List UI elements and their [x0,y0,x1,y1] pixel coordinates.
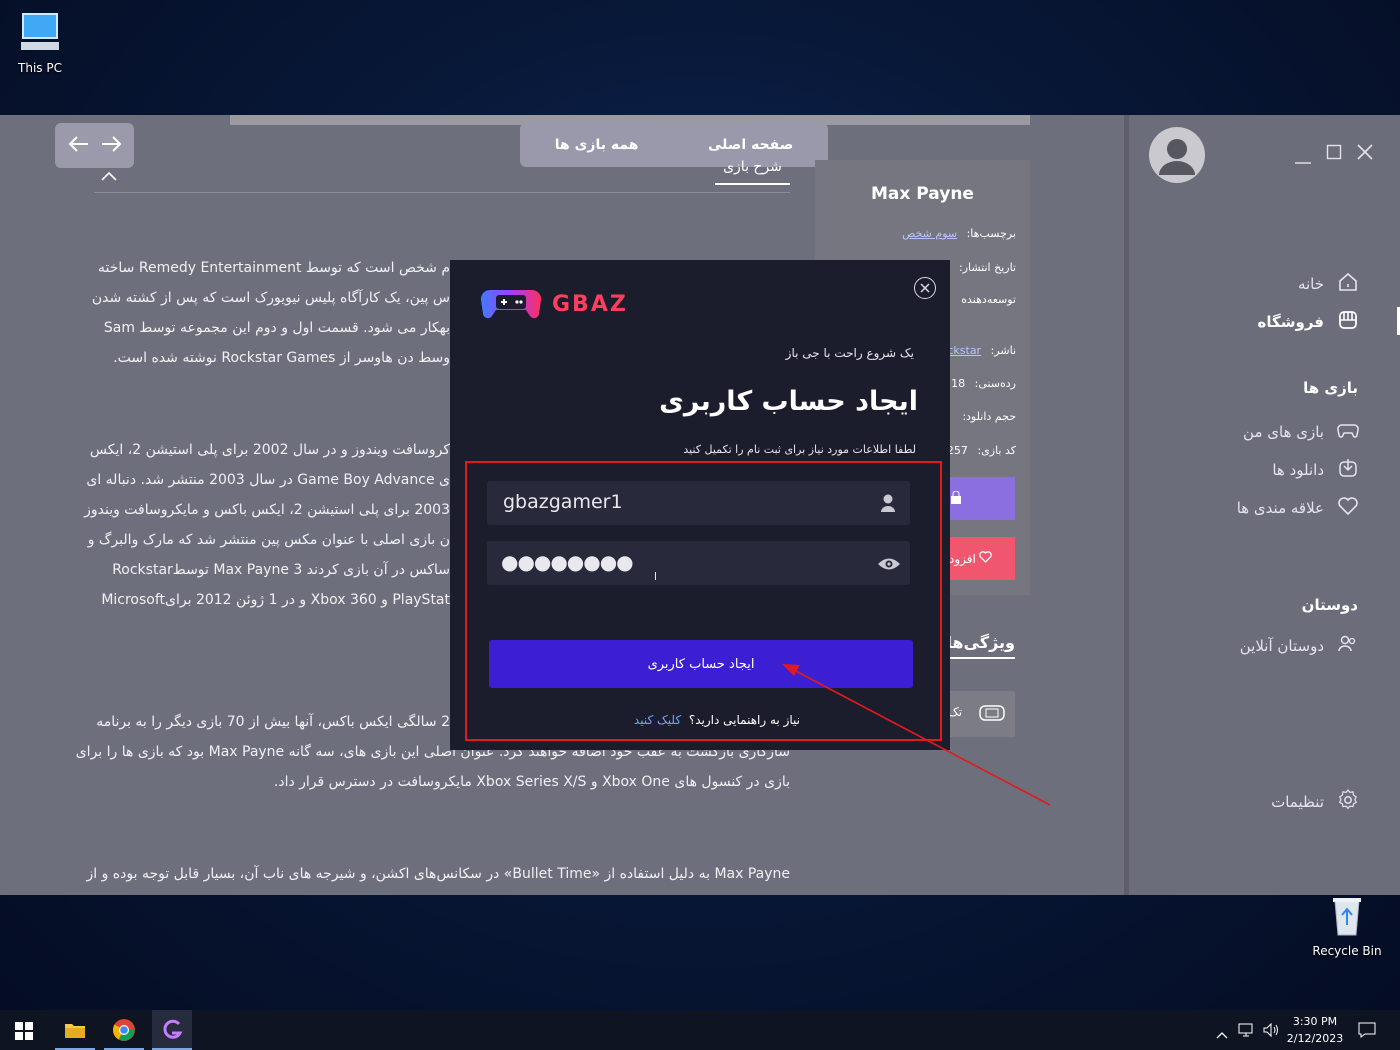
desc-line: ی Game Boy Advance در سال 2003 منتشر شد.… [86,472,450,488]
sidebar-item-home[interactable]: خانه [1298,270,1360,298]
eye-icon[interactable] [877,556,901,576]
gbaz-logo: GBAZ [480,286,628,322]
signup-modal: GBAZ یک شروع راحت با جی باز ایجاد حساب ک… [450,260,950,750]
desc-line: وسط دن هاوسر از Rockstar Games نوشته شده… [113,350,450,366]
modal-title: ایجاد حساب کاربری [659,386,918,417]
gear-icon [1336,788,1360,816]
this-pc-label: This PC [18,61,62,75]
sidebar-item-favorites[interactable]: علاقه مندی ها [1237,494,1360,522]
desc-line: س پین، یک کارآگاه پلیس نیویورک است که پس… [91,290,450,306]
modal-tagline: یک شروع راحت با جی باز [785,346,914,360]
tags-row: برچسب‌ها: سوم شخص [902,227,1016,240]
heart-icon [1336,494,1360,522]
tab-home[interactable]: صفحه اصلی [708,137,793,153]
clock-date: 2/12/2023 [1286,1032,1344,1045]
download-icon [1336,456,1360,484]
age-row: رده‌سنی: 18+ [942,377,1016,390]
help-link[interactable]: کلیک کنید [634,713,681,727]
create-account-button[interactable]: ایجاد حساب کاربری [489,640,913,688]
features-underline [948,657,1015,659]
heart-icon [979,551,992,566]
close-icon[interactable] [1356,143,1374,165]
chrome-icon[interactable] [104,1010,144,1050]
description-tab-bar: شرح بازی [94,159,790,193]
tab-description[interactable]: شرح بازی [715,159,790,185]
desc-line: 2003 برای پلی استیشن 2، ایکس باکس و مایک… [84,502,450,518]
controller-logo-icon [480,289,542,319]
windows-taskbar: 3:30 PM 2/12/2023 [0,1010,1400,1050]
chevron-up-icon[interactable] [100,167,118,186]
gbaz-taskbar-icon[interactable] [152,1010,192,1050]
recycle-bin-desktop-icon[interactable]: Recycle Bin [1307,895,1387,958]
game-description-4: Max Payne به دلیل استفاده از «Bullet Tim… [86,859,790,889]
sidebar-item-downloads[interactable]: دانلود ها [1272,456,1360,484]
features-title: ویژگی‌ها [946,633,1016,652]
desc-line: Max Payne به دلیل استفاده از «Bullet Tim… [86,866,790,882]
sidebar-item-my-games[interactable]: بازی های من [1243,418,1360,446]
chevron-up-icon[interactable] [1216,1024,1228,1043]
recycle-bin-icon [1333,898,1361,936]
game-description: م شخص است که توسط Remedy Entertainment س… [91,253,450,373]
gamepad-icon [1336,418,1360,446]
forward-arrow-icon[interactable] [100,135,122,157]
sidebar-item-online-friends[interactable]: دوستان آنلاین [1240,632,1360,660]
desc-line: بازی در کنسول های Xbox One و Xbox Series… [273,774,790,790]
friends-section-title: دوستان [1301,596,1358,614]
desc-line: کروسافت ویندوز و در سال 2002 برای پلی اس… [89,442,450,458]
friends-icon [1336,632,1360,660]
desc-line: ن بازی اصلی با عنوان مکس پین منتشر شد که… [87,532,450,548]
username-value: gbazgamer1 [503,491,623,513]
maximize-icon[interactable] [1326,144,1342,164]
modal-close-icon[interactable] [914,277,936,299]
user-icon [880,493,896,517]
bag-icon [949,490,963,509]
games-section-title: بازی ها [1303,379,1358,397]
clock-time: 3:30 PM [1292,1015,1338,1028]
desc-line: م شخص است که توسط Remedy Entertainment س… [98,260,450,276]
file-explorer-icon[interactable] [55,1010,95,1050]
username-field[interactable]: gbazgamer1 [487,481,910,525]
game-description-2: کروسافت ویندوز و در سال 2002 برای پلی اس… [84,435,450,615]
home-icon [1336,270,1360,298]
app-sidebar: خانه فروشگاه بازی ها بازی های من دانلود … [1124,115,1400,895]
store-icon [1336,308,1360,336]
sidebar-item-settings[interactable]: تنظیمات [1271,788,1360,816]
logo-text: GBAZ [552,291,628,317]
help-row: نیاز به راهنمایی دارید؟ کلیک کنید [633,713,800,727]
tag-link[interactable]: سوم شخص [902,227,957,240]
desc-line: 2 سالگی ایکس باکس، آنها بیش از 70 بازی د… [96,714,450,730]
tab-all-games[interactable]: همه بازی ها [555,137,639,153]
desc-line: PlayStat و Xbox 360 و در 1 ژوئن 2012 برا… [101,592,450,608]
clock[interactable]: 3:30 PM 2/12/2023 [1284,1013,1346,1047]
minimize-icon[interactable] [1294,149,1312,169]
game-title: Max Payne [871,184,974,204]
computer-icon [21,13,59,50]
code-row: کد بازی: 1257 [939,444,1016,457]
gamepad-icon [978,703,1006,727]
this-pc-desktop-icon[interactable]: This PC [0,10,80,75]
volume-icon[interactable] [1262,1022,1280,1042]
back-arrow-icon[interactable] [68,135,90,157]
release-row: تاریخ انتشار: [958,261,1016,274]
sidebar-item-store[interactable]: فروشگاه [1258,308,1360,336]
network-icon[interactable] [1238,1022,1254,1042]
size-row: حجم دانلود: [962,410,1016,423]
modal-subtitle: لطفا اطلاعات مورد نیاز برای ثبت نام را ت… [683,443,916,456]
desc-line: بهکار می شود. قسمت اول و دوم این مجموعه … [103,320,450,336]
password-field[interactable]: ●●●●●●●● [487,541,910,585]
feature-item: تک [948,691,1015,737]
developer-row: توسعه‌دهنده [961,293,1016,306]
user-avatar[interactable] [1149,127,1205,183]
password-value: ●●●●●●●● [501,550,634,574]
notification-icon[interactable] [1358,1022,1376,1042]
history-nav [55,123,134,168]
publisher-row: ناشر: ockstar [940,344,1016,357]
recycle-bin-label: Recycle Bin [1312,944,1382,958]
desc-line: ساکس در آن بازی کردند Max Payne 3 توسطRo… [112,562,450,578]
text-cursor [655,572,656,580]
windows-start-icon[interactable] [15,1022,33,1044]
